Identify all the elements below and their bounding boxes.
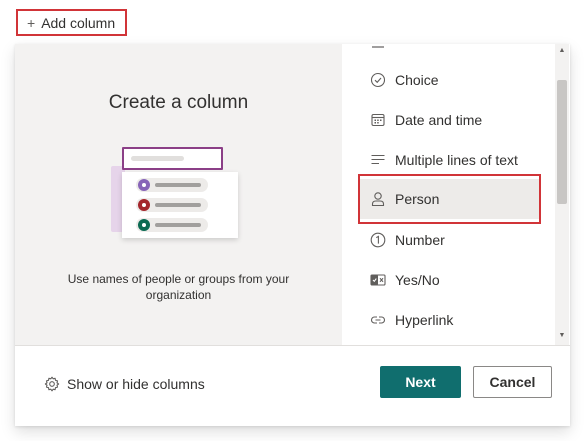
calendar-icon bbox=[370, 112, 386, 128]
column-type-label: Number bbox=[395, 232, 445, 248]
column-type-description: Use names of people or groups from your … bbox=[67, 272, 290, 302]
column-type-label: Person bbox=[395, 191, 440, 207]
person-column-illustration bbox=[111, 144, 241, 244]
column-type-list[interactable]: Choice Date and time Multiple lines of t… bbox=[342, 44, 570, 345]
avatar-icon bbox=[138, 219, 150, 231]
column-type-date-time[interactable]: Date and time bbox=[359, 100, 541, 140]
column-type-number[interactable]: Number bbox=[359, 220, 541, 260]
column-type-person[interactable]: Person bbox=[359, 179, 541, 219]
column-type-multiline-text[interactable]: Multiple lines of text bbox=[359, 140, 541, 180]
preview-pane: Create a column Use names of people or g… bbox=[15, 44, 342, 345]
column-type-hyperlink[interactable]: Hyperlink bbox=[359, 300, 541, 340]
column-type-label: Multiple lines of text bbox=[395, 152, 518, 168]
gear-icon bbox=[44, 376, 60, 392]
show-hide-columns-label: Show or hide columns bbox=[67, 376, 205, 392]
add-column-label: Add column bbox=[41, 14, 116, 31]
illustration-person-row bbox=[136, 198, 208, 212]
link-icon bbox=[370, 312, 386, 328]
scroll-up-arrow-icon[interactable]: ▲ bbox=[558, 47, 566, 54]
illustration-search-box bbox=[122, 147, 223, 170]
illustration-people-card bbox=[122, 172, 238, 238]
illustration-person-row bbox=[136, 218, 208, 232]
next-button[interactable]: Next bbox=[380, 366, 461, 398]
check-circle-icon bbox=[370, 72, 386, 88]
column-type-label: Hyperlink bbox=[395, 312, 454, 328]
column-type-choice[interactable]: Choice bbox=[359, 60, 541, 100]
scrollbar-thumb[interactable] bbox=[557, 80, 567, 204]
avatar-icon bbox=[138, 179, 150, 191]
text-lines-icon bbox=[370, 152, 386, 168]
create-column-panel: Create a column Use names of people or g… bbox=[15, 44, 570, 426]
show-hide-columns-link[interactable]: Show or hide columns bbox=[44, 374, 205, 394]
plus-icon: + bbox=[27, 14, 36, 31]
column-type-label: Yes/No bbox=[395, 272, 440, 288]
column-type-label: Date and time bbox=[395, 112, 483, 128]
footer-divider bbox=[15, 345, 570, 346]
column-type-yes-no[interactable]: Yes/No bbox=[359, 260, 541, 300]
panel-title: Create a column bbox=[108, 92, 249, 113]
illustration-person-row bbox=[136, 178, 208, 192]
column-type-label: Choice bbox=[395, 72, 439, 88]
scroll-down-arrow-icon[interactable]: ▼ bbox=[558, 332, 566, 339]
number-one-icon bbox=[370, 232, 386, 248]
toggle-icon bbox=[370, 272, 386, 288]
text-icon bbox=[370, 44, 386, 52]
add-column-button[interactable]: + Add column bbox=[16, 9, 127, 36]
command-bar: + Add column bbox=[0, 0, 584, 46]
person-icon bbox=[370, 191, 386, 207]
cancel-button[interactable]: Cancel bbox=[473, 366, 552, 398]
avatar-icon bbox=[138, 199, 150, 211]
